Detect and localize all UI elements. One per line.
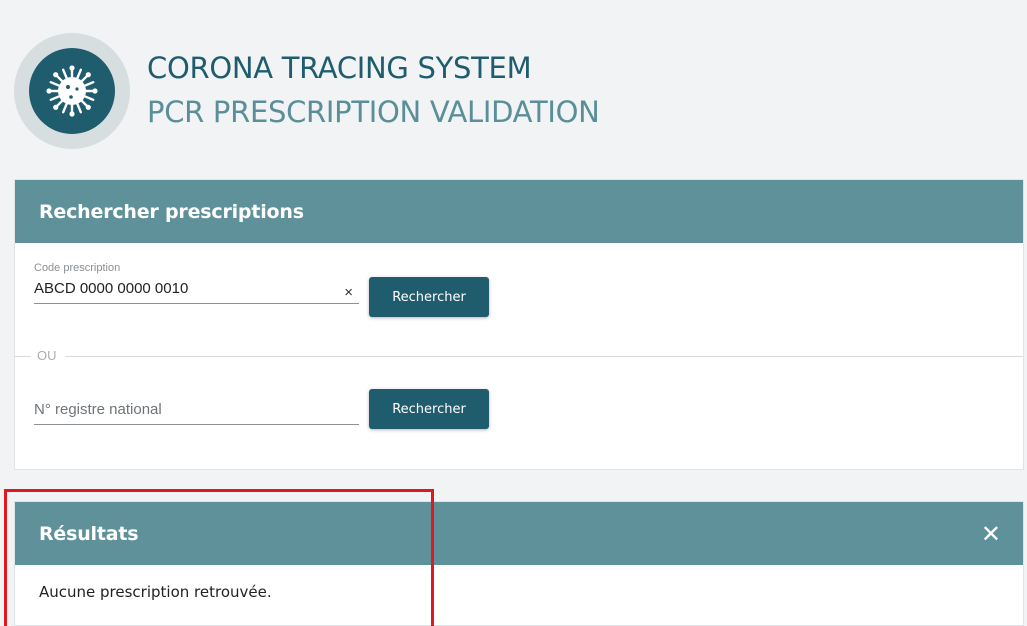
virus-icon [46,65,98,117]
national-register-input[interactable] [34,399,359,425]
app-subtitle: PCR PRESCRIPTION VALIDATION [147,95,600,129]
app-title: CORONA TRACING SYSTEM [147,51,532,85]
logo [14,33,130,149]
search-code-button[interactable]: Rechercher [369,277,489,317]
results-panel-header: Résultats ✕ [15,502,1023,565]
divider-line [65,356,1023,357]
or-divider-label: OU [37,348,57,363]
logo-badge [29,48,115,134]
results-panel: Résultats ✕ Aucune prescription retrouvé… [14,501,1024,626]
search-panel: Rechercher prescriptions Code prescripti… [14,179,1024,470]
results-message: Aucune prescription retrouvée. [39,583,272,601]
search-nrn-button[interactable]: Rechercher [369,389,489,429]
prescription-code-input[interactable] [34,278,359,304]
divider-line [15,356,31,357]
app-header: CORONA TRACING SYSTEM PCR PRESCRIPTION V… [14,33,714,153]
search-panel-title: Rechercher prescriptions [39,200,304,223]
national-register-field [34,399,359,425]
or-divider: OU [15,347,1023,367]
clear-icon[interactable]: × [344,284,353,301]
close-icon[interactable]: ✕ [981,520,1001,548]
prescription-code-field: Code prescription × [34,262,359,304]
results-panel-title: Résultats [39,522,139,545]
search-panel-header: Rechercher prescriptions [15,180,1023,243]
prescription-code-label: Code prescription [34,262,121,274]
